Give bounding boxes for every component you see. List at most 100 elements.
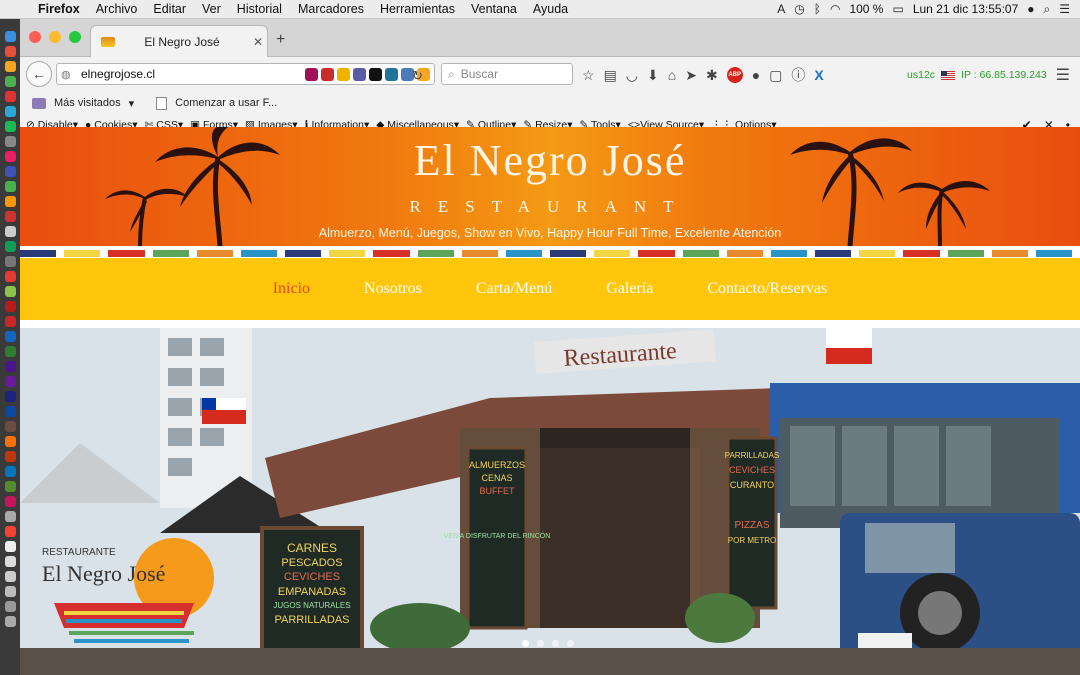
app-icon[interactable] [5,601,16,612]
menu-editar[interactable]: Editar [145,2,194,16]
php-icon[interactable] [353,67,366,81]
x-icon[interactable]: X [814,67,823,83]
app-icon[interactable] [5,76,16,87]
app-icon[interactable] [5,301,16,312]
spotlight-icon[interactable]: ⌕ [1044,2,1051,17]
app-icon[interactable] [5,286,16,297]
close-window-button[interactable] [29,31,41,43]
reading-list-icon[interactable]: ▤ [604,67,617,84]
back-button[interactable]: ← [26,61,52,87]
menu-app-firefox[interactable]: Firefox [34,2,88,16]
nav-contacto-reservas[interactable]: Contacto/Reservas [707,280,827,298]
app-icon[interactable] [5,151,16,162]
minimize-window-button[interactable] [49,31,61,43]
app-icon[interactable] [5,556,16,567]
app-icon[interactable] [5,451,16,462]
reload-icon[interactable]: ↻ [412,68,423,84]
app-icon[interactable] [5,136,16,147]
app-icon[interactable] [5,376,16,387]
screenshot-icon[interactable]: ▢ [769,67,782,84]
app-icon[interactable] [5,331,16,342]
app-icon[interactable] [5,361,16,372]
hero-slider[interactable]: Restaurante ALMUERZOS CENAS BUFFET VEN A… [20,328,1080,675]
app-icon[interactable] [5,526,16,537]
finder-icon[interactable] [5,31,16,42]
menu-icon[interactable]: ☰ [1056,65,1070,85]
app-icon[interactable] [5,316,16,327]
menu-ver[interactable]: Ver [194,2,229,16]
home-icon[interactable]: ⌂ [668,67,676,83]
nav-nosotros[interactable]: Nosotros [364,280,422,298]
trash-icon[interactable] [5,616,16,627]
menu-herramientas[interactable]: Herramientas [372,2,463,16]
app-icon[interactable] [5,496,16,507]
app-icon[interactable] [5,421,16,432]
url-bar[interactable]: ◍ elnegrojose.cl [56,63,435,85]
chat-icon[interactable]: ● [752,67,760,83]
app-icon[interactable] [5,271,16,282]
send-icon[interactable]: ➤ [685,67,697,84]
app-icon[interactable] [5,106,16,117]
bookmark-star-icon[interactable]: ☆ [582,67,595,84]
extension-icon[interactable] [369,67,382,81]
slide-dot-2[interactable] [537,640,544,647]
bookmark-most-visited[interactable]: Más visitados [54,97,121,109]
app-icon[interactable] [5,511,16,522]
site-logo-title[interactable]: El Negro José [20,135,1080,186]
app-icon[interactable] [5,226,16,237]
app-icon[interactable] [5,61,16,72]
app-icon[interactable] [5,541,16,552]
abp-icon[interactable]: ABP [726,67,743,83]
text-input-icon[interactable]: A [777,2,785,16]
slide-dot-3[interactable] [552,640,559,647]
zoom-window-button[interactable] [69,31,81,43]
nav-carta-menu[interactable]: Carta/Menú [476,280,552,298]
menu-marcadores[interactable]: Marcadores [290,2,372,16]
wordpress-icon[interactable] [385,67,398,81]
tab-el-negro-jose[interactable]: El Negro José ✕ [90,25,268,57]
info-icon[interactable]: ⓘ [791,65,805,85]
menu-historial[interactable]: Historial [229,2,290,16]
download-icon[interactable]: ⬇ [647,67,659,84]
extension-icon[interactable] [305,67,318,81]
battery-icon[interactable]: ▭ [892,2,903,16]
menu-ventana[interactable]: Ventana [463,2,525,16]
app-icon[interactable] [5,466,16,477]
app-icon[interactable] [5,166,16,177]
app-icon[interactable] [5,241,16,252]
new-tab-button[interactable]: + [276,31,285,49]
close-tab-icon[interactable]: ✕ [249,35,267,49]
app-icon[interactable] [5,196,16,207]
extension-icon[interactable]: ✱ [706,67,718,84]
bluetooth-icon[interactable]: ᛒ [814,2,821,16]
app-icon[interactable] [5,91,16,102]
app-icon[interactable] [5,181,16,192]
lock-icon[interactable] [337,67,350,81]
app-icon[interactable] [5,346,16,357]
slide-dot-4[interactable] [567,640,574,647]
app-icon[interactable] [5,46,16,57]
nav-galeria[interactable]: Galería [606,280,653,298]
globe-icon[interactable]: ◍ [61,68,75,81]
nav-inicio[interactable]: Inicio [273,280,310,298]
app-icon[interactable] [5,391,16,402]
user-icon[interactable]: ● [1027,2,1034,16]
extension-icon[interactable] [321,67,334,81]
app-icon[interactable] [5,256,16,267]
app-icon[interactable] [5,571,16,582]
wifi-icon[interactable]: ◠ [830,2,840,16]
app-icon[interactable] [5,436,16,447]
notification-center-icon[interactable]: ☰ [1059,2,1070,16]
bookmark-getting-started[interactable]: Comenzar a usar F... [175,97,277,109]
menu-archivo[interactable]: Archivo [88,2,146,16]
app-icon[interactable] [5,211,16,222]
ip-indicator[interactable]: us12c IP : 66.85.139.243 [907,69,1047,81]
url-text[interactable]: elnegrojose.cl [81,67,155,81]
search-field[interactable]: ⌕ Buscar [441,63,573,85]
pocket-icon[interactable]: ◡ [626,67,638,84]
slide-dot-1[interactable] [522,640,529,647]
clock[interactable]: Lun 21 dic 13:55:07 [913,2,1018,16]
menu-ayuda[interactable]: Ayuda [525,2,576,16]
app-icon[interactable] [5,586,16,597]
chevron-down-icon[interactable]: ▾ [129,97,135,110]
